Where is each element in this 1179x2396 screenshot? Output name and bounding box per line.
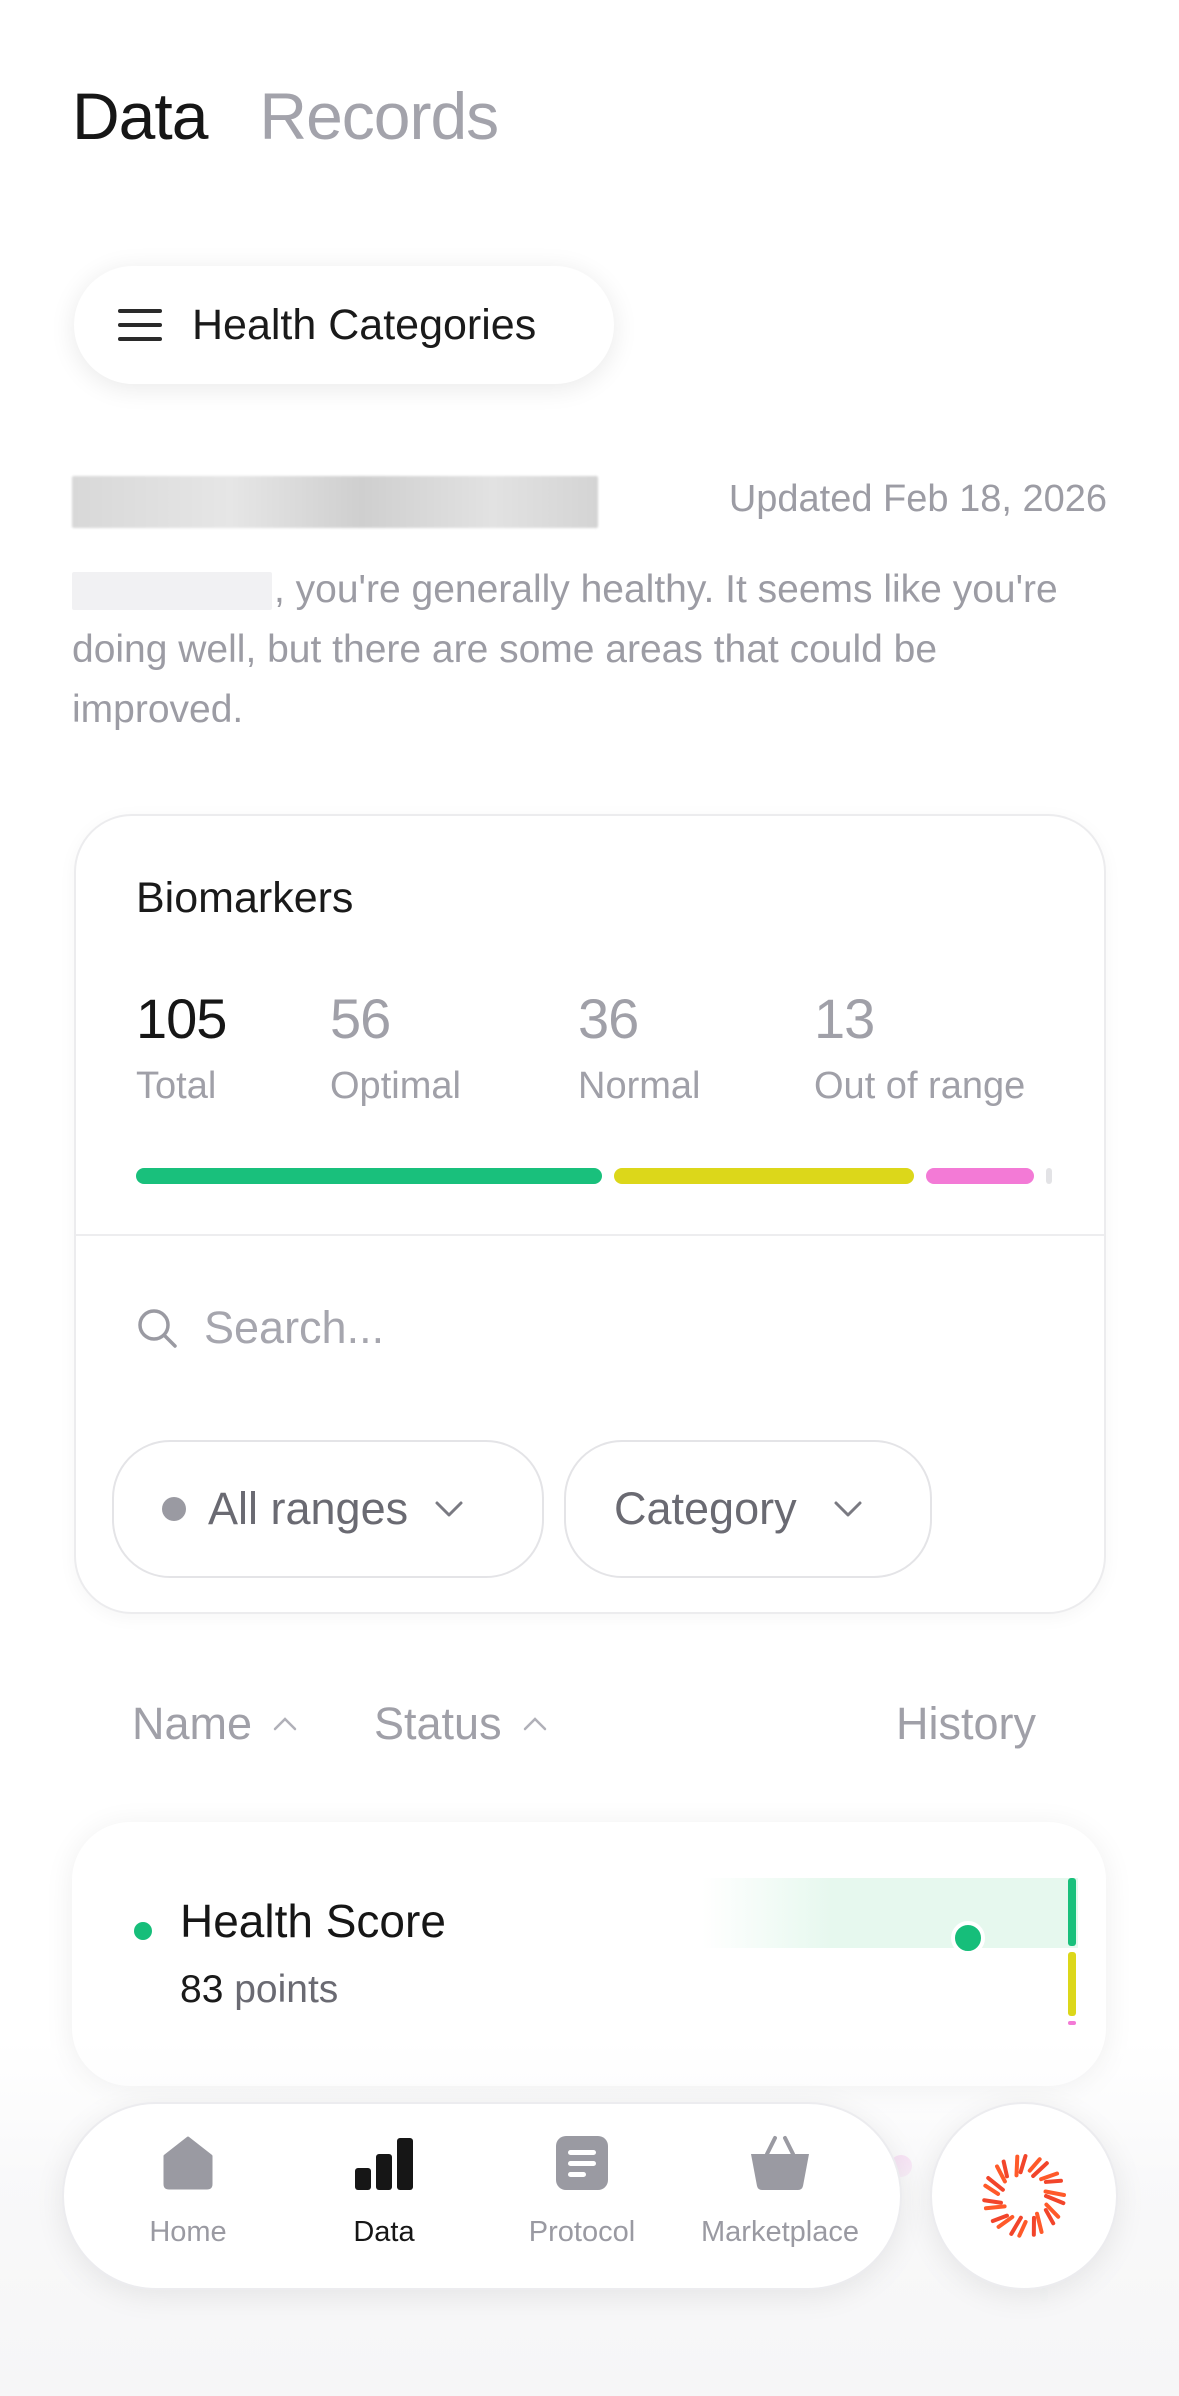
health-categories-label: Health Categories bbox=[192, 300, 537, 349]
basket-icon bbox=[751, 2136, 809, 2190]
nav-home[interactable]: Home bbox=[88, 2134, 288, 2249]
biomarkers-title: Biomarkers bbox=[136, 874, 354, 922]
tab-records[interactable]: Records bbox=[259, 78, 499, 154]
out-of-range-segment bbox=[925, 1168, 1034, 1184]
stat-total-label: Total bbox=[136, 1065, 217, 1107]
optimal-segment bbox=[136, 1168, 603, 1184]
stat-total-value: 105 bbox=[136, 987, 227, 1050]
chevron-down-icon bbox=[435, 1501, 463, 1517]
bar-chart-icon bbox=[355, 2138, 413, 2190]
stat-total[interactable]: 105 Total bbox=[136, 986, 227, 1108]
status-dot bbox=[134, 1922, 152, 1940]
column-history[interactable]: History bbox=[896, 1698, 1036, 1750]
nav-data-label: Data bbox=[353, 2216, 415, 2248]
nav-data[interactable]: Data bbox=[284, 2134, 484, 2249]
sunburst-icon bbox=[982, 2154, 1066, 2238]
menu-icon bbox=[118, 309, 162, 341]
redacted-first-name bbox=[72, 572, 272, 610]
history-sparkline bbox=[702, 1878, 1078, 2025]
ranges-filter-label: All ranges bbox=[208, 1483, 409, 1534]
distribution-bar bbox=[136, 1168, 1052, 1184]
updated-date: Updated Feb 18, 2026 bbox=[728, 478, 1107, 520]
stat-optimal-value: 56 bbox=[330, 987, 391, 1050]
search-bar[interactable] bbox=[136, 1302, 804, 1354]
column-history-label: History bbox=[896, 1698, 1037, 1749]
stat-optimal-label: Optimal bbox=[330, 1065, 461, 1107]
row-value-unit: points bbox=[234, 1968, 339, 2011]
nav-marketplace[interactable]: Marketplace bbox=[680, 2134, 880, 2249]
home-icon bbox=[163, 2136, 213, 2190]
nav-protocol[interactable]: Protocol bbox=[482, 2134, 682, 2249]
row-value-number: 83 bbox=[180, 1968, 224, 2011]
column-status[interactable]: Status bbox=[374, 1698, 548, 1750]
category-filter-label: Category bbox=[614, 1483, 797, 1534]
stat-normal-value: 36 bbox=[578, 987, 639, 1050]
normal-segment bbox=[614, 1168, 914, 1184]
card-divider bbox=[76, 1234, 1104, 1236]
stat-normal[interactable]: 36 Normal bbox=[578, 986, 700, 1108]
stat-out-of-range[interactable]: 13 Out of range bbox=[814, 986, 1025, 1108]
search-input[interactable] bbox=[204, 1302, 804, 1354]
biomarkers-card: Biomarkers 105 Total 56 Optimal 36 Norma… bbox=[74, 814, 1106, 1614]
bottom-nav: Home Data Protocol Marketplace bbox=[62, 2102, 902, 2290]
category-filter[interactable]: Category bbox=[564, 1440, 932, 1578]
unclassified-segment bbox=[1046, 1168, 1052, 1184]
nav-protocol-label: Protocol bbox=[528, 2216, 636, 2248]
tab-data[interactable]: Data bbox=[72, 78, 208, 154]
stat-normal-label: Normal bbox=[578, 1065, 701, 1107]
search-icon bbox=[138, 1309, 177, 1348]
health-categories-button[interactable]: Health Categories bbox=[74, 266, 614, 384]
chevron-up-icon bbox=[523, 1717, 546, 1731]
ranges-filter[interactable]: All ranges bbox=[112, 1440, 544, 1578]
column-name[interactable]: Name bbox=[132, 1698, 298, 1750]
document-icon bbox=[556, 2136, 608, 2190]
stat-optimal[interactable]: 56 Optimal bbox=[330, 986, 461, 1108]
column-status-label: Status bbox=[374, 1698, 502, 1749]
top-tabs: Data Records bbox=[72, 78, 499, 154]
row-name: Health Score bbox=[180, 1895, 446, 1947]
row-value: 83 points bbox=[180, 1968, 338, 2012]
stat-out-of-range-label: Out of range bbox=[814, 1065, 1026, 1107]
redacted-name bbox=[72, 476, 598, 528]
stat-out-of-range-value: 13 bbox=[814, 987, 875, 1050]
nav-home-label: Home bbox=[149, 2216, 227, 2248]
ai-assistant-button[interactable] bbox=[930, 2102, 1118, 2290]
chevron-down-icon bbox=[834, 1501, 862, 1517]
range-dot-icon bbox=[162, 1497, 186, 1521]
nav-marketplace-label: Marketplace bbox=[701, 2216, 859, 2248]
chevron-up-icon bbox=[273, 1717, 297, 1731]
column-name-label: Name bbox=[132, 1698, 253, 1749]
